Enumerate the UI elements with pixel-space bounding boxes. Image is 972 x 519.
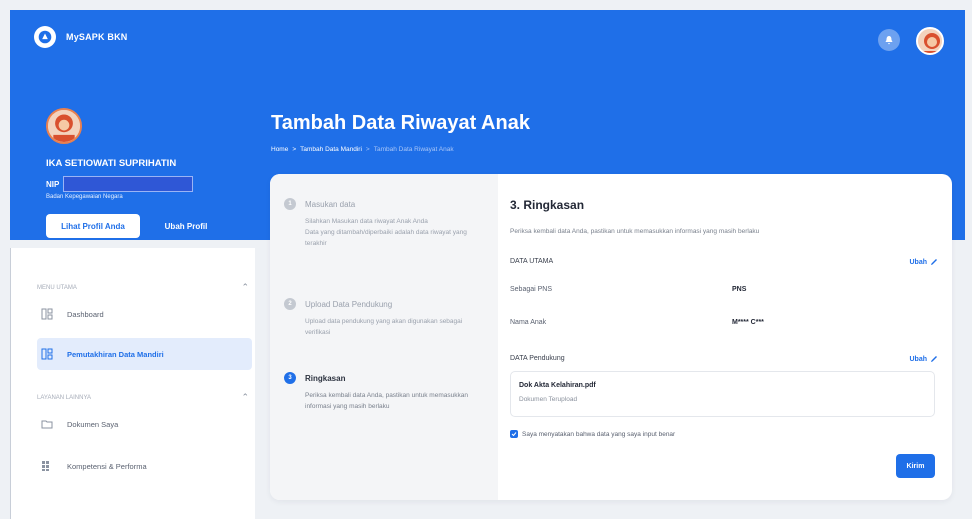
user-avatar[interactable] <box>916 27 944 55</box>
ubah-label: Ubah <box>909 355 928 363</box>
summary-subtitle: Periksa kembali data Anda, pastikan untu… <box>510 228 760 235</box>
sidebar-item-pemutakhiran[interactable]: Pemutakhiran Data Mandiri <box>37 338 252 370</box>
data-pendukung-label: DATA Pendukung <box>510 355 565 362</box>
uploaded-document[interactable]: Dok Akta Kelahiran.pdf Dokumen Terupload <box>510 371 935 417</box>
data-utama-label: DATA UTAMA <box>510 258 554 265</box>
step-title: Ringkasan <box>305 373 346 383</box>
sidebar-item-label: Kompetensi & Performa <box>67 461 147 471</box>
pencil-icon <box>931 259 937 265</box>
stepper: 1 Masukan data Silahkan Masukan data riw… <box>270 174 498 500</box>
breadcrumb-current: Tambah Data Riwayat Anak <box>373 146 454 153</box>
brand-name: MySAPK BKN <box>66 32 128 42</box>
page-title: Tambah Data Riwayat Anak <box>271 112 530 134</box>
section-title: LAYANAN LAINNYA <box>37 394 92 401</box>
confirm-text: Saya menyatakan bahwa data yang saya inp… <box>522 430 676 438</box>
ubah-data-pendukung-button[interactable]: Ubah <box>910 355 939 363</box>
step-1[interactable]: 1 Masukan data Silahkan Masukan data riw… <box>284 198 489 249</box>
ubah-data-utama-button[interactable]: Ubah <box>910 258 939 266</box>
sidebar-item-label: Dokumen Saya <box>67 419 119 429</box>
step-title: Masukan data <box>305 199 356 209</box>
edit-profile-button[interactable]: Ubah Profil <box>156 214 216 238</box>
row-label-nama-anak: Nama Anak <box>510 319 547 326</box>
submit-button[interactable]: Kirim <box>896 454 935 478</box>
step-desc: Silahkan Masukan data riwayat Anak Anda … <box>305 218 467 247</box>
notification-bell-icon[interactable] <box>878 29 900 51</box>
row-label-sebagai: Sebagai PNS <box>510 286 553 293</box>
step-3[interactable]: 3 Ringkasan Periksa kembali data Anda, p… <box>284 372 489 412</box>
chevron-up-icon[interactable]: ⌃ <box>241 392 249 403</box>
sidebar: MENU UTAMA ⌃ Dashboard Pemutakhiran Data… <box>10 248 255 519</box>
section-title: MENU UTAMA <box>37 284 77 291</box>
sidebar-item-kompetensi[interactable]: Kompetensi & Performa <box>37 450 252 482</box>
summary-panel: 3. Ringkasan Periksa kembali data Anda, … <box>510 174 938 500</box>
confirm-checkbox[interactable] <box>510 430 518 438</box>
profile-name: IKA SETIOWATI SUPRIHATIN <box>46 158 177 169</box>
chevron-up-icon[interactable]: ⌃ <box>241 282 249 293</box>
breadcrumb-sep: > <box>292 146 297 153</box>
step-desc: Periksa kembali data Anda, pastikan untu… <box>305 392 468 410</box>
profile-org: Badan Kepegawaian Negara <box>46 194 123 200</box>
document-status: Dokumen Terupload <box>519 396 578 403</box>
sidebar-item-dokumen[interactable]: Dokumen Saya <box>37 408 252 440</box>
brand[interactable]: MySAPK BKN <box>34 26 128 48</box>
row-value-sebagai: PNS <box>732 286 747 293</box>
step-desc: Upload data pendukung yang akan digunaka… <box>305 318 463 336</box>
ubah-label: Ubah <box>909 258 928 266</box>
breadcrumb: Home > Tambah Data Mandiri > Tambah Data… <box>271 146 454 153</box>
breadcrumb-sep: > <box>365 146 370 153</box>
step-title: Upload Data Pendukung <box>305 299 393 309</box>
step-number: 2 <box>284 298 296 310</box>
form-card: 1 Masukan data Silahkan Masukan data riw… <box>270 174 952 500</box>
sidebar-item-label: Pemutakhiran Data Mandiri <box>67 349 164 359</box>
sidebar-section-main[interactable]: MENU UTAMA ⌃ <box>37 282 249 293</box>
breadcrumb-tambah-data[interactable]: Tambah Data Mandiri <box>300 146 362 153</box>
bkn-logo-icon <box>34 26 56 48</box>
row-value-nama-anak: M**** C*** <box>732 319 764 326</box>
summary-title: 3. Ringkasan <box>510 198 585 212</box>
document-name: Dok Akta Kelahiran.pdf <box>519 382 596 389</box>
pencil-icon <box>931 356 937 362</box>
update-icon <box>41 348 53 360</box>
profile-panel: IKA SETIOWATI SUPRIHATIN NIP Badan Kepeg… <box>46 108 207 238</box>
grid-icon <box>41 460 53 472</box>
step-number: 1 <box>284 198 296 210</box>
folder-icon <box>41 418 53 430</box>
confirm-row[interactable]: Saya menyatakan bahwa data yang saya inp… <box>510 430 675 438</box>
sidebar-section-other[interactable]: LAYANAN LAINNYA ⌃ <box>37 392 249 403</box>
view-profile-button[interactable]: Lihat Profil Anda <box>46 214 140 238</box>
breadcrumb-home[interactable]: Home <box>271 146 288 153</box>
step-number: 3 <box>284 372 296 384</box>
nip-redacted <box>63 176 194 192</box>
sidebar-item-dashboard[interactable]: Dashboard <box>37 298 252 330</box>
dashboard-icon <box>41 308 53 320</box>
nip-label: NIP <box>46 179 60 189</box>
sidebar-item-label: Dashboard <box>67 309 104 319</box>
profile-nip: NIP <box>46 176 194 192</box>
step-2[interactable]: 2 Upload Data Pendukung Upload data pend… <box>284 298 489 338</box>
profile-avatar <box>46 108 82 144</box>
